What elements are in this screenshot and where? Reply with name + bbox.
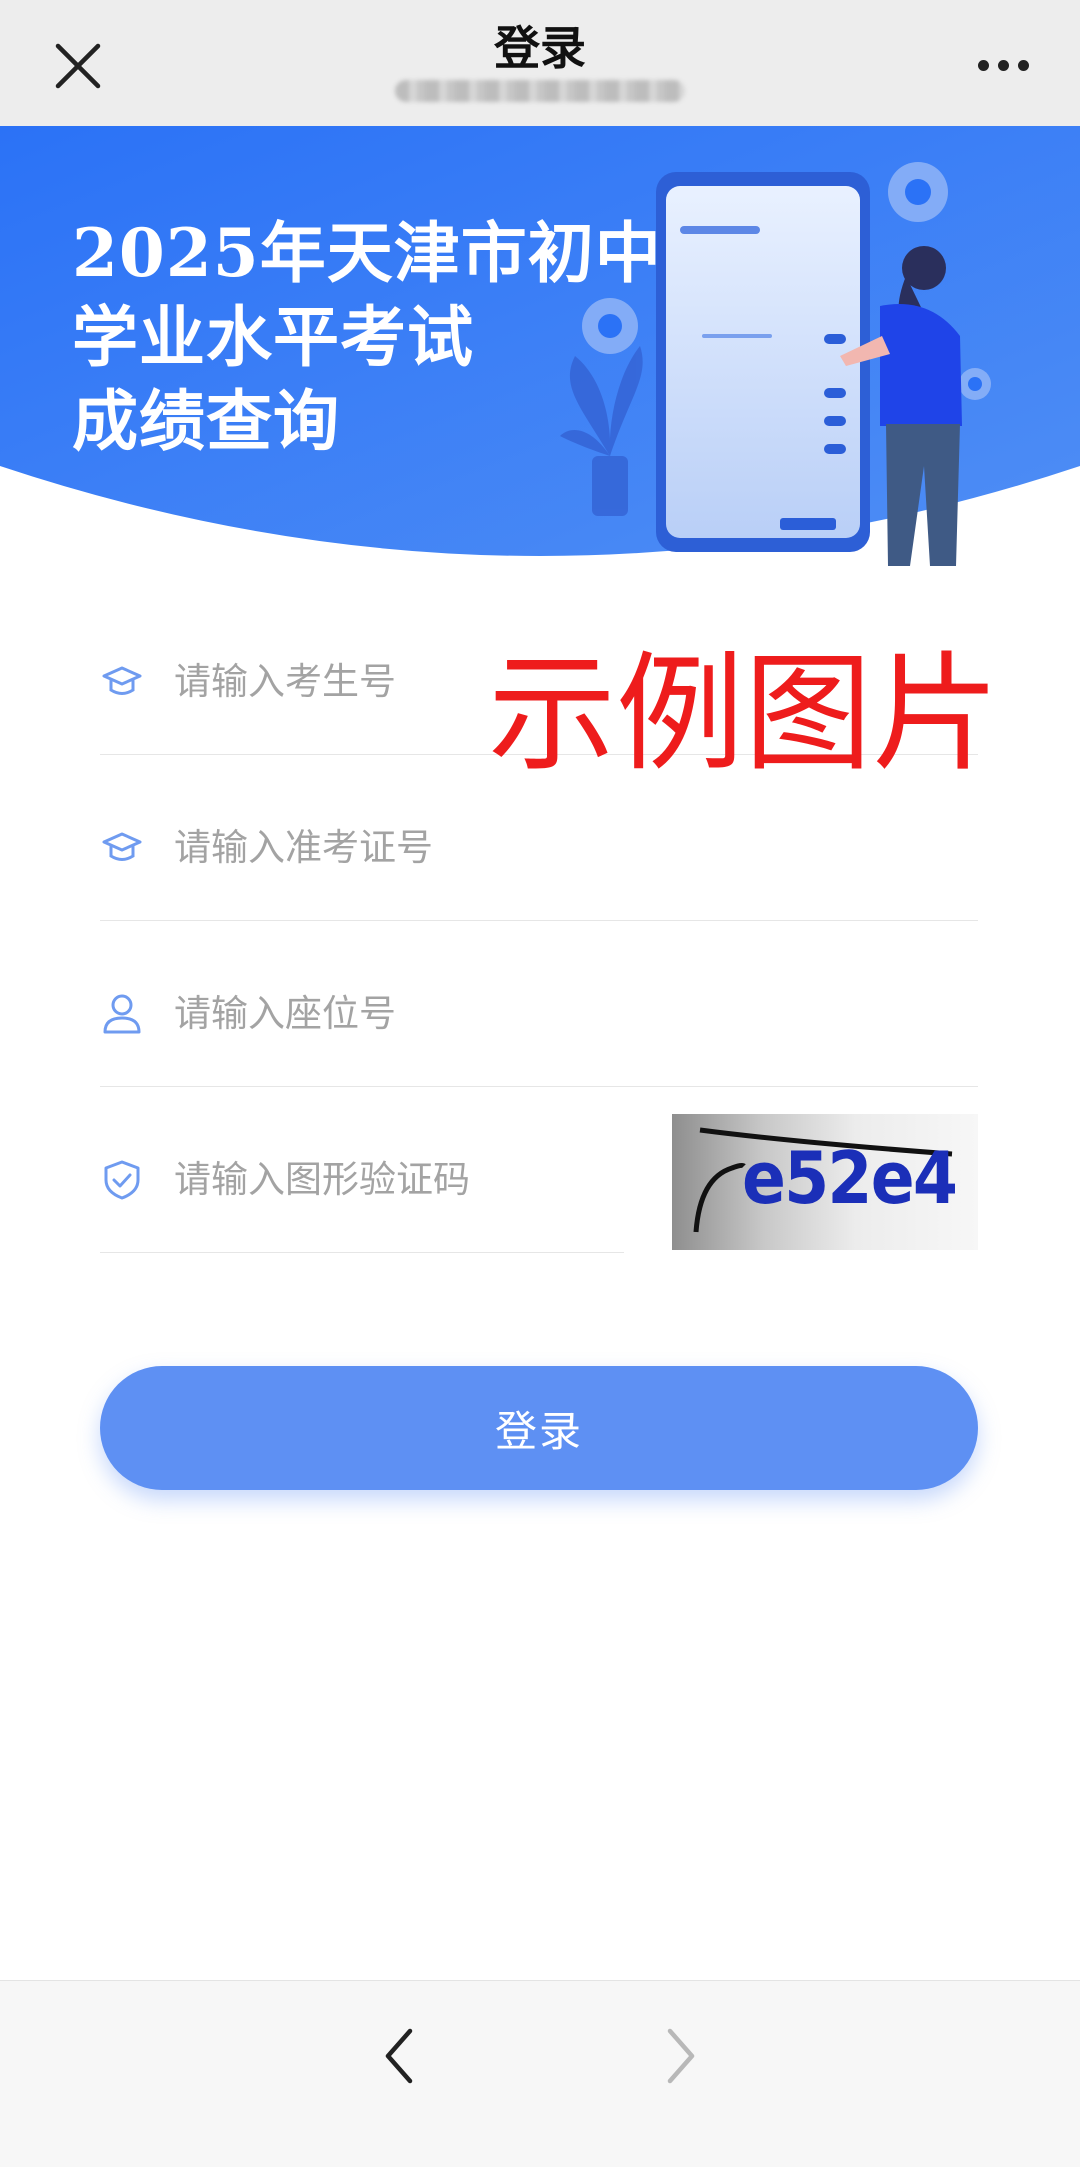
banner-line-2: 学业水平考试 <box>72 298 474 376</box>
captcha-input[interactable] <box>174 1152 614 1208</box>
captcha-field <box>100 1122 624 1253</box>
admission-ticket-input[interactable] <box>174 820 934 876</box>
exam-number-input[interactable] <box>174 654 934 710</box>
graduation-cap-icon <box>102 666 142 695</box>
captcha-image[interactable]: e52e4 <box>672 1114 978 1250</box>
banner-title: 2025年天津市初中 学业水平考试 成绩查询 <box>72 211 662 463</box>
bottom-nav-bar <box>0 1980 1080 2167</box>
user-icon <box>103 994 141 1034</box>
close-icon <box>55 43 101 89</box>
more-icon <box>978 60 989 71</box>
captcha-text: e52e4 <box>742 1136 958 1220</box>
graduation-cap-icon <box>102 832 142 861</box>
banner-line-3: 成绩查询 <box>72 382 340 460</box>
hero-banner: 2025年天津市初中 学业水平考试 成绩查询 <box>0 126 1080 566</box>
seat-number-input[interactable] <box>174 986 934 1042</box>
page-title: 登录 <box>494 21 586 75</box>
close-button[interactable] <box>50 38 106 94</box>
more-button[interactable] <box>976 56 1032 76</box>
login-button[interactable]: 登录 <box>100 1366 978 1490</box>
top-bar: 登录 <box>0 0 1080 126</box>
chevron-left-icon <box>385 2028 413 2084</box>
phone-illustration <box>656 172 870 552</box>
exam-number-field <box>100 624 978 755</box>
back-button[interactable] <box>376 2021 426 2091</box>
forward-button[interactable] <box>654 2021 704 2091</box>
chevron-right-icon <box>667 2028 695 2084</box>
banner-line-1: 2025年天津市初中 <box>72 214 662 292</box>
shield-check-icon <box>104 1160 140 1200</box>
seat-number-field <box>100 956 978 1087</box>
admission-ticket-field <box>100 790 978 921</box>
blurred-url <box>395 80 685 102</box>
